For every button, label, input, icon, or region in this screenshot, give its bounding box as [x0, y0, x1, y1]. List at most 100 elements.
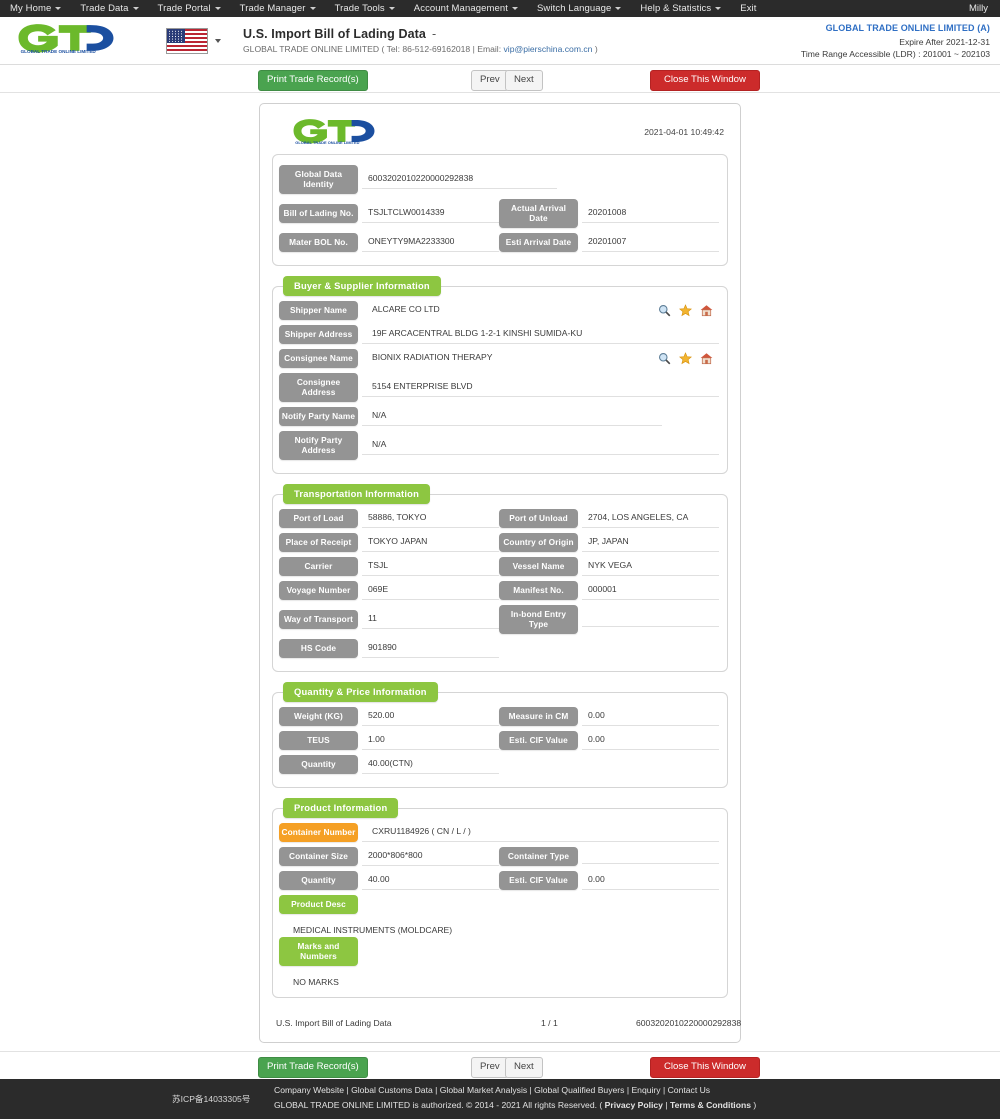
chevron-down-icon: [214, 6, 221, 10]
label-teus: TEUS: [279, 731, 358, 750]
transportation-title: Transportation Information: [283, 484, 430, 504]
label-way-of-transport: Way of Transport: [279, 610, 358, 629]
user-name: Milly: [969, 3, 988, 14]
label-hs-code: HS Code: [279, 639, 358, 658]
account-time-range: Time Range Accessible (LDR) : 201001 ~ 2…: [800, 49, 990, 60]
contact-prefix: GLOBAL TRADE ONLINE LIMITED ( Tel: 86-51…: [243, 44, 504, 54]
nav-item-switch-language[interactable]: Switch Language: [537, 3, 631, 14]
value-global-data-identity: 6003202010220000292838: [362, 171, 557, 189]
nav-item-trade-portal[interactable]: Trade Portal: [158, 3, 231, 14]
row-product-quantity-cif: Quantity 40.00 Esti. CIF Value 0.00: [279, 871, 719, 890]
document-footer-identity: 6003202010220000292838: [636, 1018, 742, 1028]
nav-item-help-statistics[interactable]: Help & Statistics: [640, 3, 731, 14]
label-container-type: Container Type: [499, 847, 578, 866]
nav-item-trade-data[interactable]: Trade Data: [80, 3, 148, 14]
nav-item-exit[interactable]: Exit: [740, 3, 766, 14]
label-esti-arrival-date: Esti Arrival Date: [499, 233, 578, 252]
label-vessel-name: Vessel Name: [499, 557, 578, 576]
quantity-price-panel: Quantity & Price Information Weight (KG)…: [272, 682, 728, 788]
account-name[interactable]: GLOBAL TRADE ONLINE LIMITED (A): [801, 22, 990, 36]
print-trade-records-button[interactable]: Print Trade Record(s): [258, 70, 368, 91]
top-action-bar: Print Trade Record(s) Prev Next Close Th…: [0, 65, 1000, 93]
top-navigation-bar: My Home Trade Data Trade Portal Trade Ma…: [0, 0, 1000, 17]
value-product-desc: MEDICAL INSTRUMENTS (MOLDCARE): [293, 925, 453, 935]
label-shipper-address: Shipper Address: [279, 325, 358, 344]
value-bill-of-lading-no: TSJLTCLW0014339: [362, 205, 499, 223]
terms-conditions-link[interactable]: Terms & Conditions: [670, 1100, 751, 1110]
star-icon[interactable]: [678, 352, 693, 365]
buyer-supplier-title: Buyer & Supplier Information: [283, 276, 441, 296]
row-weight-measure: Weight (KG) 520.00 Measure in CM 0.00: [279, 707, 719, 726]
value-carrier: TSJL: [362, 558, 499, 576]
row-consignee-name: Consignee Name BIONIX RADIATION THERAPY: [279, 349, 719, 368]
value-notify-party-name: N/A: [362, 408, 662, 426]
value-measure-in-cm: 0.00: [582, 708, 719, 726]
user-menu[interactable]: Milly: [969, 0, 988, 17]
next-button-bottom[interactable]: Next: [505, 1057, 543, 1078]
label-bill-of-lading-no: Bill of Lading No.: [279, 204, 358, 223]
label-inbond-entry-type: In-bond Entry Type: [499, 605, 578, 634]
document-header: GLOBAL TRADE ONLINE LIMITED 2021-04-01 1…: [272, 112, 728, 154]
row-carrier-vessel: Carrier TSJL Vessel Name NYK VEGA: [279, 557, 719, 576]
gto-logo-document: GLOBAL TRADE ONLINE LIMITED: [290, 117, 378, 150]
row-notify-party-name: Notify Party Name N/A: [279, 407, 719, 426]
gto-logo[interactable]: GLOBAL TRADE ONLINE LIMITED: [14, 22, 118, 59]
value-product-quantity: 40.00: [362, 872, 499, 890]
label-global-data-identity: Global Data Identity: [279, 165, 358, 194]
nav-item-my-home[interactable]: My Home: [10, 3, 71, 14]
nav-item-account-management[interactable]: Account Management: [414, 3, 528, 14]
account-expiry: Expire After 2021-12-31: [899, 36, 990, 47]
label-voyage-number: Voyage Number: [279, 581, 358, 600]
label-quantity: Quantity: [279, 755, 358, 774]
row-port: Port of Load 58886, TOKYO Port of Unload…: [279, 509, 719, 528]
search-icon[interactable]: [658, 304, 671, 317]
value-container-type: [582, 850, 719, 864]
next-button[interactable]: Next: [505, 70, 543, 91]
nav-label: My Home: [10, 3, 52, 14]
nav-item-trade-manager[interactable]: Trade Manager: [240, 3, 326, 14]
copyright-text: GLOBAL TRADE ONLINE LIMITED is authorize…: [274, 1100, 603, 1110]
document-timestamp: 2021-04-01 10:49:42: [644, 127, 724, 137]
row-receipt-origin: Place of Receipt TOKYO JAPAN Country of …: [279, 533, 719, 552]
row-quantity: Quantity 40.00(CTN): [279, 755, 719, 774]
label-consignee-address: Consignee Address: [279, 373, 358, 402]
nav-item-trade-tools[interactable]: Trade Tools: [335, 3, 405, 14]
value-actual-arrival-date: 20201008: [582, 205, 719, 223]
consignee-action-icons: [658, 352, 713, 365]
search-icon[interactable]: [658, 352, 671, 365]
value-port-of-unload: 2704, LOS ANGELES, CA: [582, 510, 719, 528]
footer-links[interactable]: Company Website | Global Customs Data | …: [274, 1085, 710, 1095]
value-manifest-no: 000001: [582, 582, 719, 600]
home-icon[interactable]: [700, 352, 713, 365]
label-container-size: Container Size: [279, 847, 358, 866]
label-notify-party-name: Notify Party Name: [279, 407, 358, 426]
document-footer-name: U.S. Import Bill of Lading Data: [276, 1018, 392, 1028]
print-trade-records-button-bottom[interactable]: Print Trade Record(s): [258, 1057, 368, 1078]
chevron-down-icon: [512, 6, 518, 10]
page-title-block: U.S. Import Bill of Lading Data - GLOBAL …: [243, 27, 598, 54]
email-link[interactable]: vip@pierschina.com.cn: [503, 44, 592, 54]
star-icon[interactable]: [678, 304, 693, 317]
label-carrier: Carrier: [279, 557, 358, 576]
close-window-button[interactable]: Close This Window: [650, 70, 760, 91]
document-stage: GLOBAL TRADE ONLINE LIMITED 2021-04-01 1…: [0, 93, 1000, 1043]
value-place-of-receipt: TOKYO JAPAN: [362, 534, 499, 552]
row-shipper-address: Shipper Address 19F ARCACENTRAL BLDG 1-2…: [279, 325, 719, 344]
row-consignee-address: Consignee Address 5154 ENTERPRISE BLVD: [279, 373, 719, 402]
prev-button[interactable]: Prev: [471, 70, 509, 91]
label-product-desc: Product Desc: [279, 895, 358, 914]
transportation-panel: Transportation Information Port of Load …: [272, 484, 728, 672]
label-esti-cif-value: Esti. CIF Value: [499, 731, 578, 750]
prev-button-bottom[interactable]: Prev: [471, 1057, 509, 1078]
country-selector[interactable]: [166, 27, 221, 54]
privacy-policy-link[interactable]: Privacy Policy: [605, 1100, 663, 1110]
row-bill-of-lading: Bill of Lading No. TSJLTCLW0014339 Actua…: [279, 199, 719, 228]
nav-label: Switch Language: [537, 3, 612, 14]
label-marks-and-numbers: Marks and Numbers: [279, 937, 358, 966]
home-icon[interactable]: [700, 304, 713, 317]
close-window-button-bottom[interactable]: Close This Window: [650, 1057, 760, 1078]
logo-tagline: GLOBAL TRADE ONLINE LIMITED: [21, 49, 97, 54]
value-country-of-origin: JP, JAPAN: [582, 534, 719, 552]
nav-label: Account Management: [413, 3, 508, 14]
page-title-text: U.S. Import Bill of Lading Data: [243, 27, 426, 41]
